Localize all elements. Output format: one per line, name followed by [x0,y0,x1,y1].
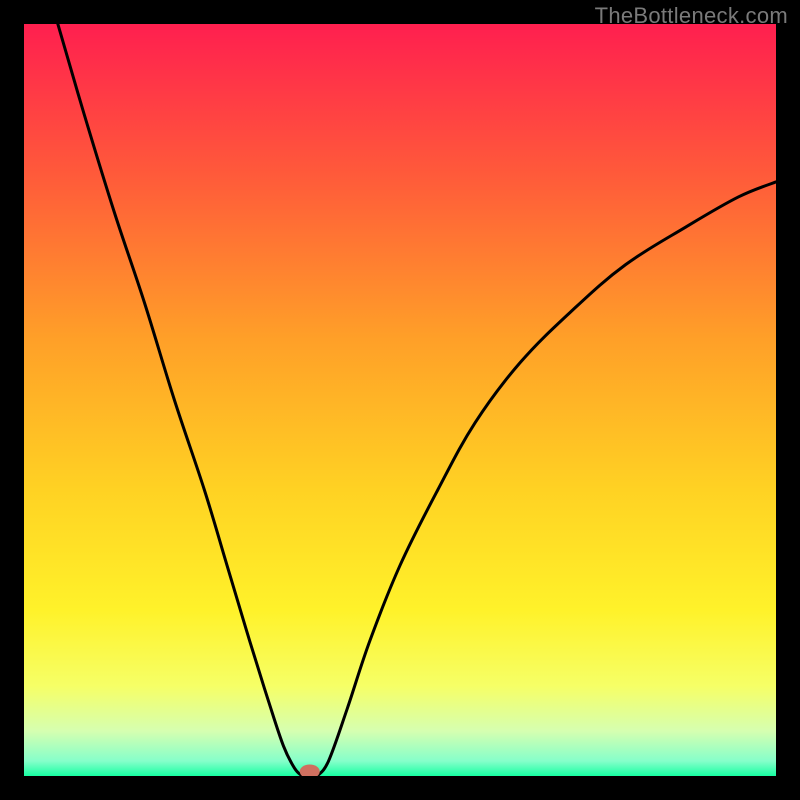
plot-area [24,24,776,776]
bottleneck-chart [24,24,776,776]
chart-background [24,24,776,776]
chart-frame: TheBottleneck.com [0,0,800,800]
